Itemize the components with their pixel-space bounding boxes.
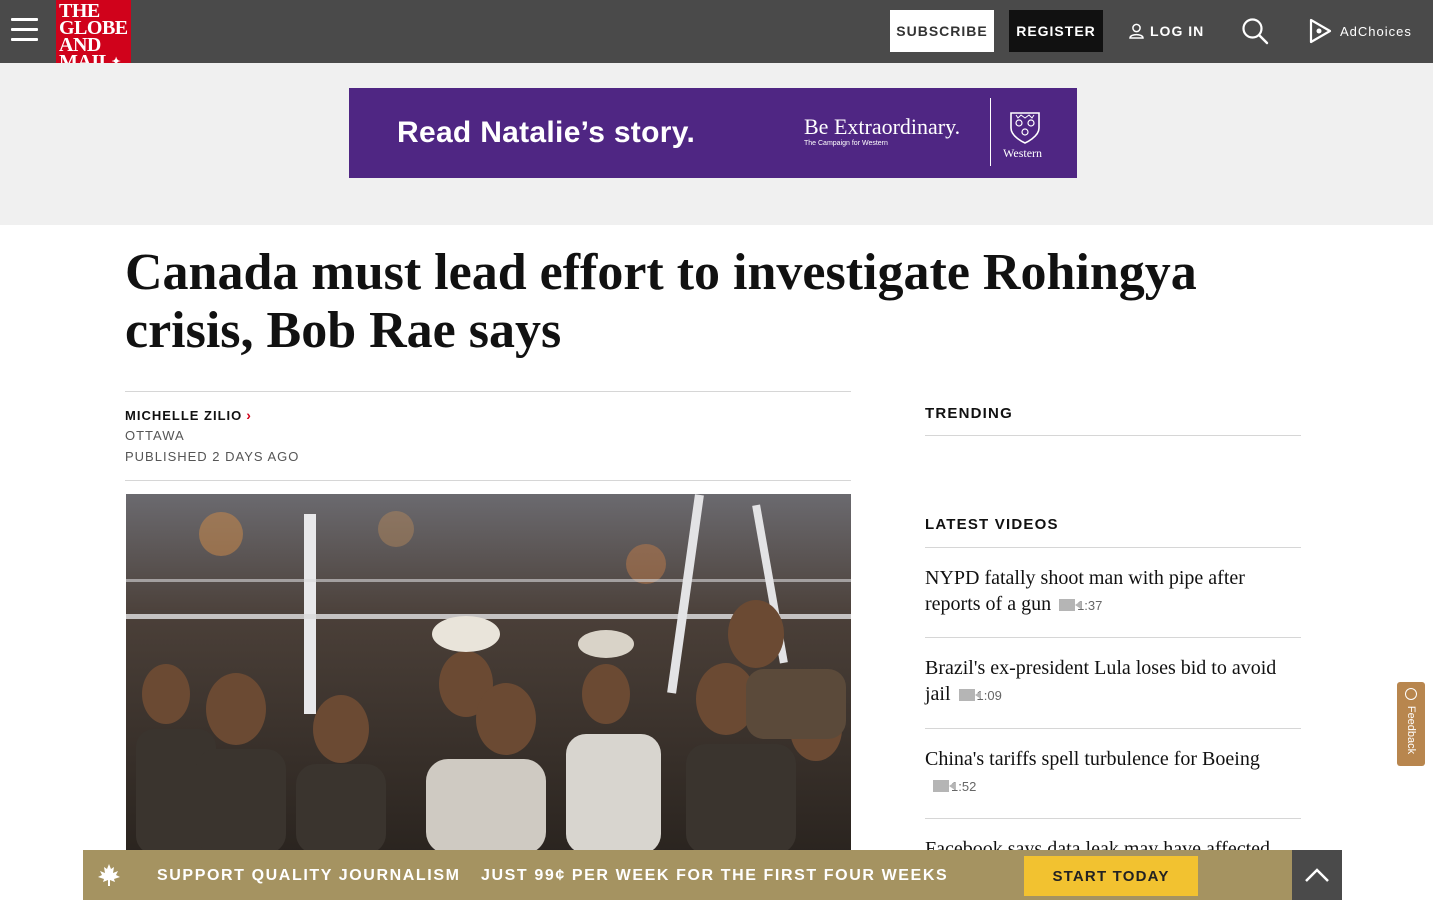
menu-icon[interactable] xyxy=(11,18,38,44)
byline-bottom-divider xyxy=(125,480,851,481)
article-photo[interactable] xyxy=(126,494,851,854)
feedback-label: Feedback xyxy=(1405,705,1417,755)
video-divider xyxy=(925,637,1301,638)
author-name: MICHELLE ZILIO xyxy=(125,407,243,423)
photo-illustration xyxy=(126,494,851,854)
dateline-location: OTTAWA xyxy=(125,428,185,443)
ad-brand: Western xyxy=(1003,146,1043,160)
video-item[interactable]: Brazil's ex-president Lula loses bid to … xyxy=(925,655,1301,709)
banner-ad[interactable]: Read Natalie’s story. Be Extraordinary. … xyxy=(349,88,1077,178)
author-link[interactable]: MICHELLE ZILIO › xyxy=(125,407,252,423)
published-time: PUBLISHED 2 DAYS AGO xyxy=(125,449,300,464)
video-divider xyxy=(925,728,1301,729)
subscribe-button[interactable]: SUBSCRIBE xyxy=(890,10,994,52)
latest-videos-heading: LATEST VIDEOS xyxy=(925,516,1059,533)
promo-price-text: JUST 99¢ PER WEEK FOR THE FIRST FOUR WEE… xyxy=(481,867,949,884)
feedback-icon xyxy=(1405,688,1417,700)
login-label: LOG IN xyxy=(1150,23,1205,39)
western-crest-icon xyxy=(1010,112,1040,144)
register-button[interactable]: REGISTER xyxy=(1009,10,1103,52)
ad-campaign-text: The Campaign for Western xyxy=(804,140,888,147)
trending-divider xyxy=(925,435,1301,436)
video-divider xyxy=(925,818,1301,819)
subscription-promo-bar: SUPPORT QUALITY JOURNALISM JUST 99¢ PER … xyxy=(83,850,1342,900)
video-camera-icon xyxy=(1059,599,1082,611)
ad-band: Read Natalie’s story. Be Extraordinary. … xyxy=(0,63,1433,225)
maple-leaf-icon xyxy=(98,864,120,886)
ad-headline: Read Natalie’s story. xyxy=(397,116,696,149)
video-title: China's tariffs spell turbulence for Boe… xyxy=(925,748,1260,770)
promo-support-text: SUPPORT QUALITY JOURNALISM xyxy=(157,867,461,884)
search-icon[interactable] xyxy=(1240,16,1270,46)
chevron-up-icon[interactable] xyxy=(1292,850,1342,900)
trending-heading: TRENDING xyxy=(925,405,1013,422)
adchoices-label: AdChoices xyxy=(1340,23,1412,39)
videos-divider xyxy=(925,547,1301,548)
ad-divider xyxy=(990,98,991,166)
video-item[interactable]: China's tariffs spell turbulence for Boe… xyxy=(925,746,1301,800)
feedback-tab[interactable]: Feedback xyxy=(1397,682,1425,766)
adchoices-link[interactable]: AdChoices xyxy=(1308,17,1412,45)
ad-tagline: Be Extraordinary. xyxy=(804,114,961,139)
article-headline: Canada must lead effort to investigate R… xyxy=(125,244,1197,359)
start-today-button[interactable]: START TODAY xyxy=(1024,856,1198,896)
video-camera-icon xyxy=(958,689,981,701)
login-link[interactable]: LOG IN xyxy=(1129,21,1204,41)
top-navigation-bar: THE GLOBE AND MAIL✦ SUBSCRIBE REGISTER L… xyxy=(0,0,1433,75)
adchoices-icon xyxy=(1309,18,1332,44)
user-icon xyxy=(1129,23,1144,39)
video-camera-icon xyxy=(933,780,955,792)
byline-top-divider xyxy=(125,391,851,392)
chevron-right-icon: › xyxy=(246,407,252,423)
video-item[interactable]: NYPD fatally shoot man with pipe after r… xyxy=(925,565,1301,619)
